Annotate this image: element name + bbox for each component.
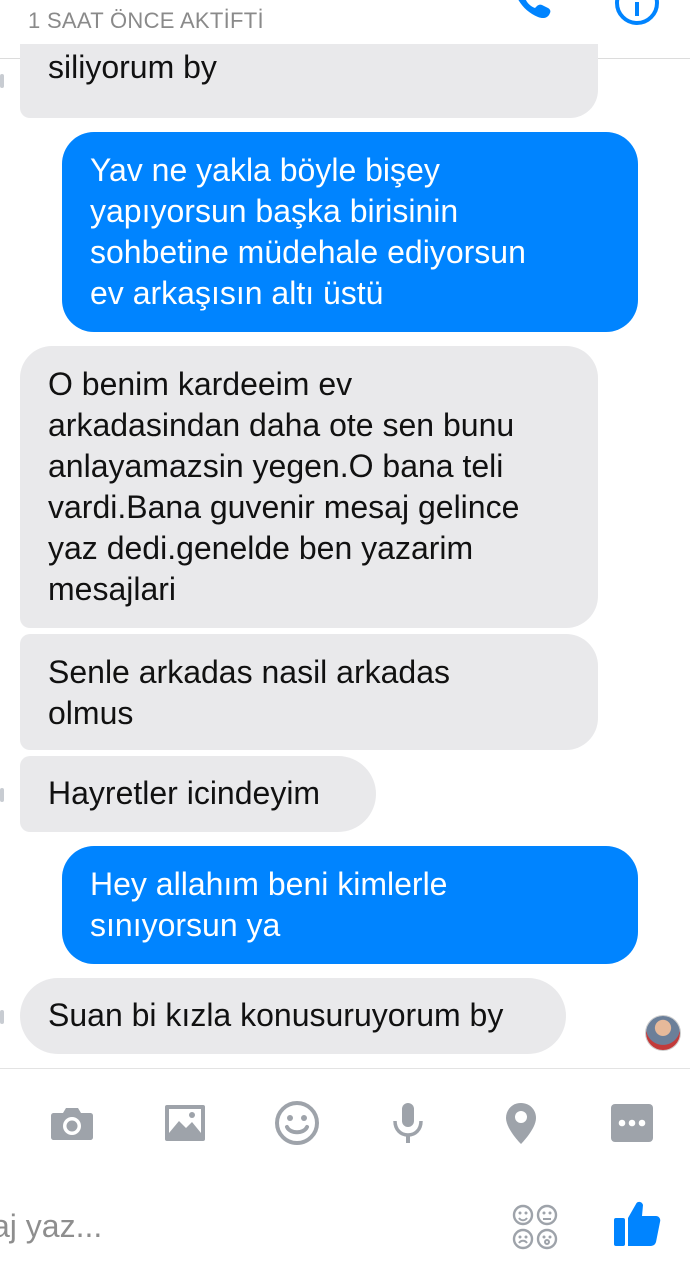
message-line: olmus	[48, 695, 134, 731]
message-line: Senle arkadas nasil arkadas	[48, 654, 451, 690]
message-line: yaz dedi.genelde ben yazarim	[48, 530, 474, 566]
message-line: mesajlari	[48, 571, 177, 607]
message-line: Hayretler icindeyim	[48, 775, 321, 811]
sender-avatar-edge	[0, 1010, 4, 1024]
location-icon[interactable]	[497, 1099, 545, 1147]
more-icon[interactable]	[608, 1099, 656, 1147]
message-line: arkadasindan daha ote sen bunu	[48, 407, 515, 443]
message-line: sınıyorsun ya	[90, 907, 281, 943]
message-line: Hey allahım beni kimlerle	[90, 866, 448, 902]
read-receipt-avatar	[646, 1016, 680, 1050]
message-line: yapıyorsun başka birisinin	[90, 193, 459, 229]
message-line: O benim kardeeim ev	[48, 366, 353, 402]
message-line: ev arkaşısın altı üstü	[90, 275, 384, 311]
message-line: anlayamazsin yegen.O bana teli	[48, 448, 504, 484]
emoji-icon[interactable]	[273, 1099, 321, 1147]
message-incoming[interactable]: Senle arkadas nasil arkadas olmus	[20, 634, 598, 750]
camera-icon[interactable]	[48, 1099, 96, 1147]
message-thread[interactable]: siliyorum by Yav ne yakla böyle bişey ya…	[0, 44, 690, 1068]
message-line: vardi.Bana guvenir mesaj gelince	[48, 489, 520, 525]
sender-avatar-edge	[0, 788, 4, 802]
sticker-icon[interactable]	[510, 1202, 560, 1252]
composer-toolbar	[0, 1068, 690, 1179]
sender-avatar-edge	[0, 74, 4, 88]
message-line: sohbetine müdehale ediyorsun	[90, 234, 526, 270]
message-incoming[interactable]: Suan bi kızla konusuruyorum by	[20, 978, 566, 1054]
gallery-icon[interactable]	[161, 1099, 209, 1147]
message-composer[interactable]: aj yaz...	[0, 1178, 690, 1278]
message-incoming[interactable]: siliyorum by	[20, 44, 598, 118]
phone-icon[interactable]	[506, 0, 556, 28]
message-line: Yav ne yakla böyle bişey	[90, 152, 440, 188]
info-icon[interactable]	[612, 0, 662, 28]
message-incoming[interactable]: O benim kardeeim ev arkadasindan daha ot…	[20, 346, 598, 628]
message-incoming[interactable]: Hayretler icindeyim	[20, 756, 376, 832]
message-outgoing[interactable]: Yav ne yakla böyle bişey yapıyorsun başk…	[62, 132, 638, 332]
message-input[interactable]: aj yaz...	[0, 1208, 102, 1245]
message-line: Suan bi kızla konusuruyorum by	[48, 997, 504, 1033]
microphone-icon[interactable]	[384, 1099, 432, 1147]
message-line: siliyorum by	[48, 49, 217, 85]
active-status: 1 SAAT ÖNCE AKTİFTİ	[28, 8, 264, 33]
message-outgoing[interactable]: Hey allahım beni kimlerle sınıyorsun ya	[62, 846, 638, 964]
like-icon[interactable]	[610, 1196, 664, 1250]
